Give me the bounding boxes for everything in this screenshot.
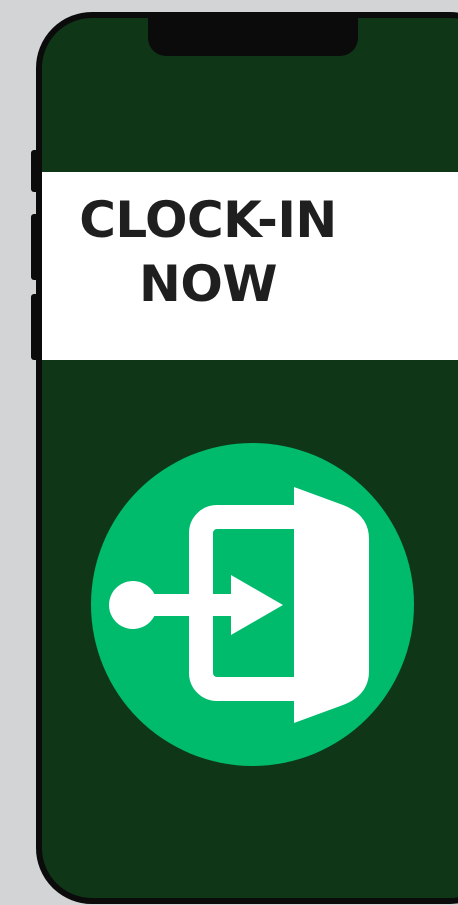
clock-in-title-line1: CLOCK-IN [79, 191, 337, 249]
phone-notch [148, 18, 358, 56]
clock-in-button[interactable] [91, 443, 414, 766]
screen: CLOCK-IN NOW [0, 0, 458, 905]
clock-in-title-line2: NOW [138, 255, 278, 313]
door-enter-icon [109, 487, 369, 723]
clock-in-title: CLOCK-IN NOW [0, 188, 416, 316]
